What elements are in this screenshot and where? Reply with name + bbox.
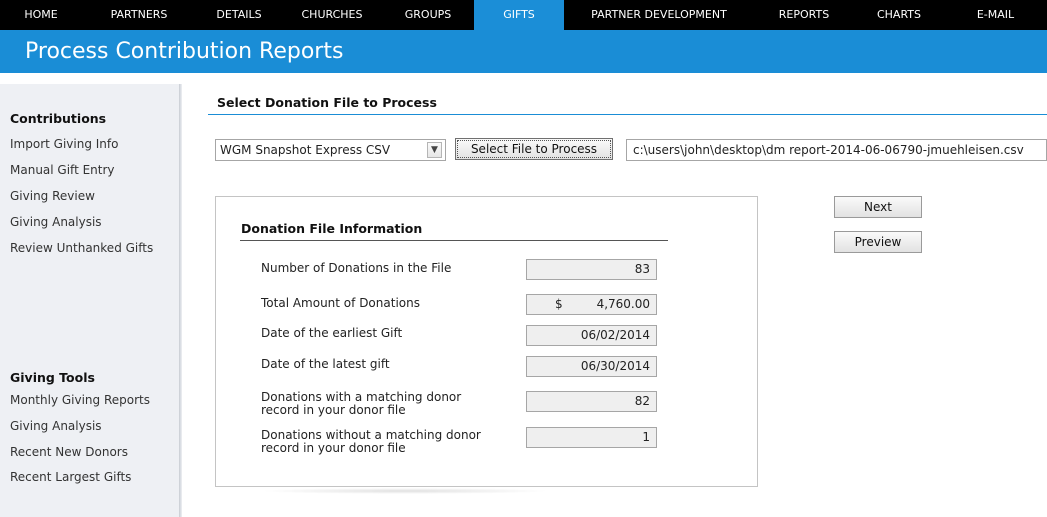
matching-donors-label-line2: record in your donor file bbox=[261, 403, 406, 417]
latest-gift-value: 06/30/2014 bbox=[526, 356, 657, 377]
total-amount-field: $ 4,760.00 bbox=[526, 294, 657, 315]
total-amount-value: 4,760.00 bbox=[596, 297, 650, 311]
nav-email[interactable]: E-MAIL bbox=[944, 0, 1047, 30]
non-matching-donors-label: Donations without a matching donor recor… bbox=[261, 429, 481, 455]
sidebar-item-giving-analysis[interactable]: Giving Analysis bbox=[10, 215, 102, 229]
file-path-field[interactable]: c:\users\john\desktop\dm report-2014-06-… bbox=[626, 139, 1047, 161]
donation-count-label: Number of Donations in the File bbox=[261, 261, 452, 275]
title-bar: Process Contribution Reports bbox=[0, 30, 1047, 73]
file-type-select[interactable]: WGM Snapshot Express CSV ▼ bbox=[215, 139, 446, 161]
earliest-gift-value: 06/02/2014 bbox=[526, 325, 657, 346]
select-file-button-label: Select File to Process bbox=[457, 140, 611, 158]
sidebar-shadow bbox=[179, 84, 182, 517]
panel-shadow bbox=[260, 488, 550, 494]
matching-donors-label: Donations with a matching donor record i… bbox=[261, 391, 461, 417]
nav-home[interactable]: HOME bbox=[0, 0, 82, 30]
latest-gift-label: Date of the latest gift bbox=[261, 357, 390, 371]
next-button[interactable]: Next bbox=[834, 196, 922, 218]
nav-gifts[interactable]: GIFTS bbox=[474, 0, 564, 30]
sidebar-item-recent-largest-gifts[interactable]: Recent Largest Gifts bbox=[10, 470, 131, 484]
giving-tools-heading: Giving Tools bbox=[10, 370, 95, 385]
nav-charts[interactable]: CHARTS bbox=[854, 0, 944, 30]
top-nav: HOME PARTNERS DETAILS CHURCHES GROUPS GI… bbox=[0, 0, 1047, 30]
section-divider bbox=[208, 114, 1047, 115]
nav-details[interactable]: DETAILS bbox=[196, 0, 282, 30]
donation-info-divider bbox=[240, 240, 668, 241]
contributions-heading: Contributions bbox=[10, 111, 107, 126]
file-type-value: WGM Snapshot Express CSV bbox=[220, 143, 391, 157]
sidebar-item-import-giving-info[interactable]: Import Giving Info bbox=[10, 137, 118, 151]
sidebar-item-giving-review[interactable]: Giving Review bbox=[10, 189, 95, 203]
non-matching-donors-value: 1 bbox=[526, 427, 657, 448]
sidebar: Contributions Import Giving Info Manual … bbox=[0, 84, 182, 517]
select-file-button[interactable]: Select File to Process bbox=[455, 138, 613, 160]
section-title: Select Donation File to Process bbox=[217, 95, 437, 110]
matching-donors-value: 82 bbox=[526, 391, 657, 412]
page-title: Process Contribution Reports bbox=[25, 39, 344, 64]
sidebar-item-manual-gift-entry[interactable]: Manual Gift Entry bbox=[10, 163, 115, 177]
donation-info-title: Donation File Information bbox=[241, 221, 423, 236]
preview-button[interactable]: Preview bbox=[834, 231, 922, 253]
currency-symbol: $ bbox=[555, 297, 563, 311]
sidebar-item-recent-new-donors[interactable]: Recent New Donors bbox=[10, 445, 128, 459]
nav-partners[interactable]: PARTNERS bbox=[82, 0, 196, 30]
nav-groups[interactable]: GROUPS bbox=[382, 0, 474, 30]
nav-churches[interactable]: CHURCHES bbox=[282, 0, 382, 30]
total-amount-label: Total Amount of Donations bbox=[261, 296, 420, 310]
sidebar-item-review-unthanked-gifts[interactable]: Review Unthanked Gifts bbox=[10, 241, 153, 255]
chevron-down-icon[interactable]: ▼ bbox=[427, 142, 442, 158]
sidebar-item-monthly-giving-reports[interactable]: Monthly Giving Reports bbox=[10, 393, 150, 407]
sidebar-item-giving-analysis-tools[interactable]: Giving Analysis bbox=[10, 419, 102, 433]
donation-count-value: 83 bbox=[526, 259, 657, 280]
non-matching-donors-label-line2: record in your donor file bbox=[261, 441, 406, 455]
nav-reports[interactable]: REPORTS bbox=[754, 0, 854, 30]
earliest-gift-label: Date of the earliest Gift bbox=[261, 326, 403, 340]
nav-partner-development[interactable]: PARTNER DEVELOPMENT bbox=[564, 0, 754, 30]
